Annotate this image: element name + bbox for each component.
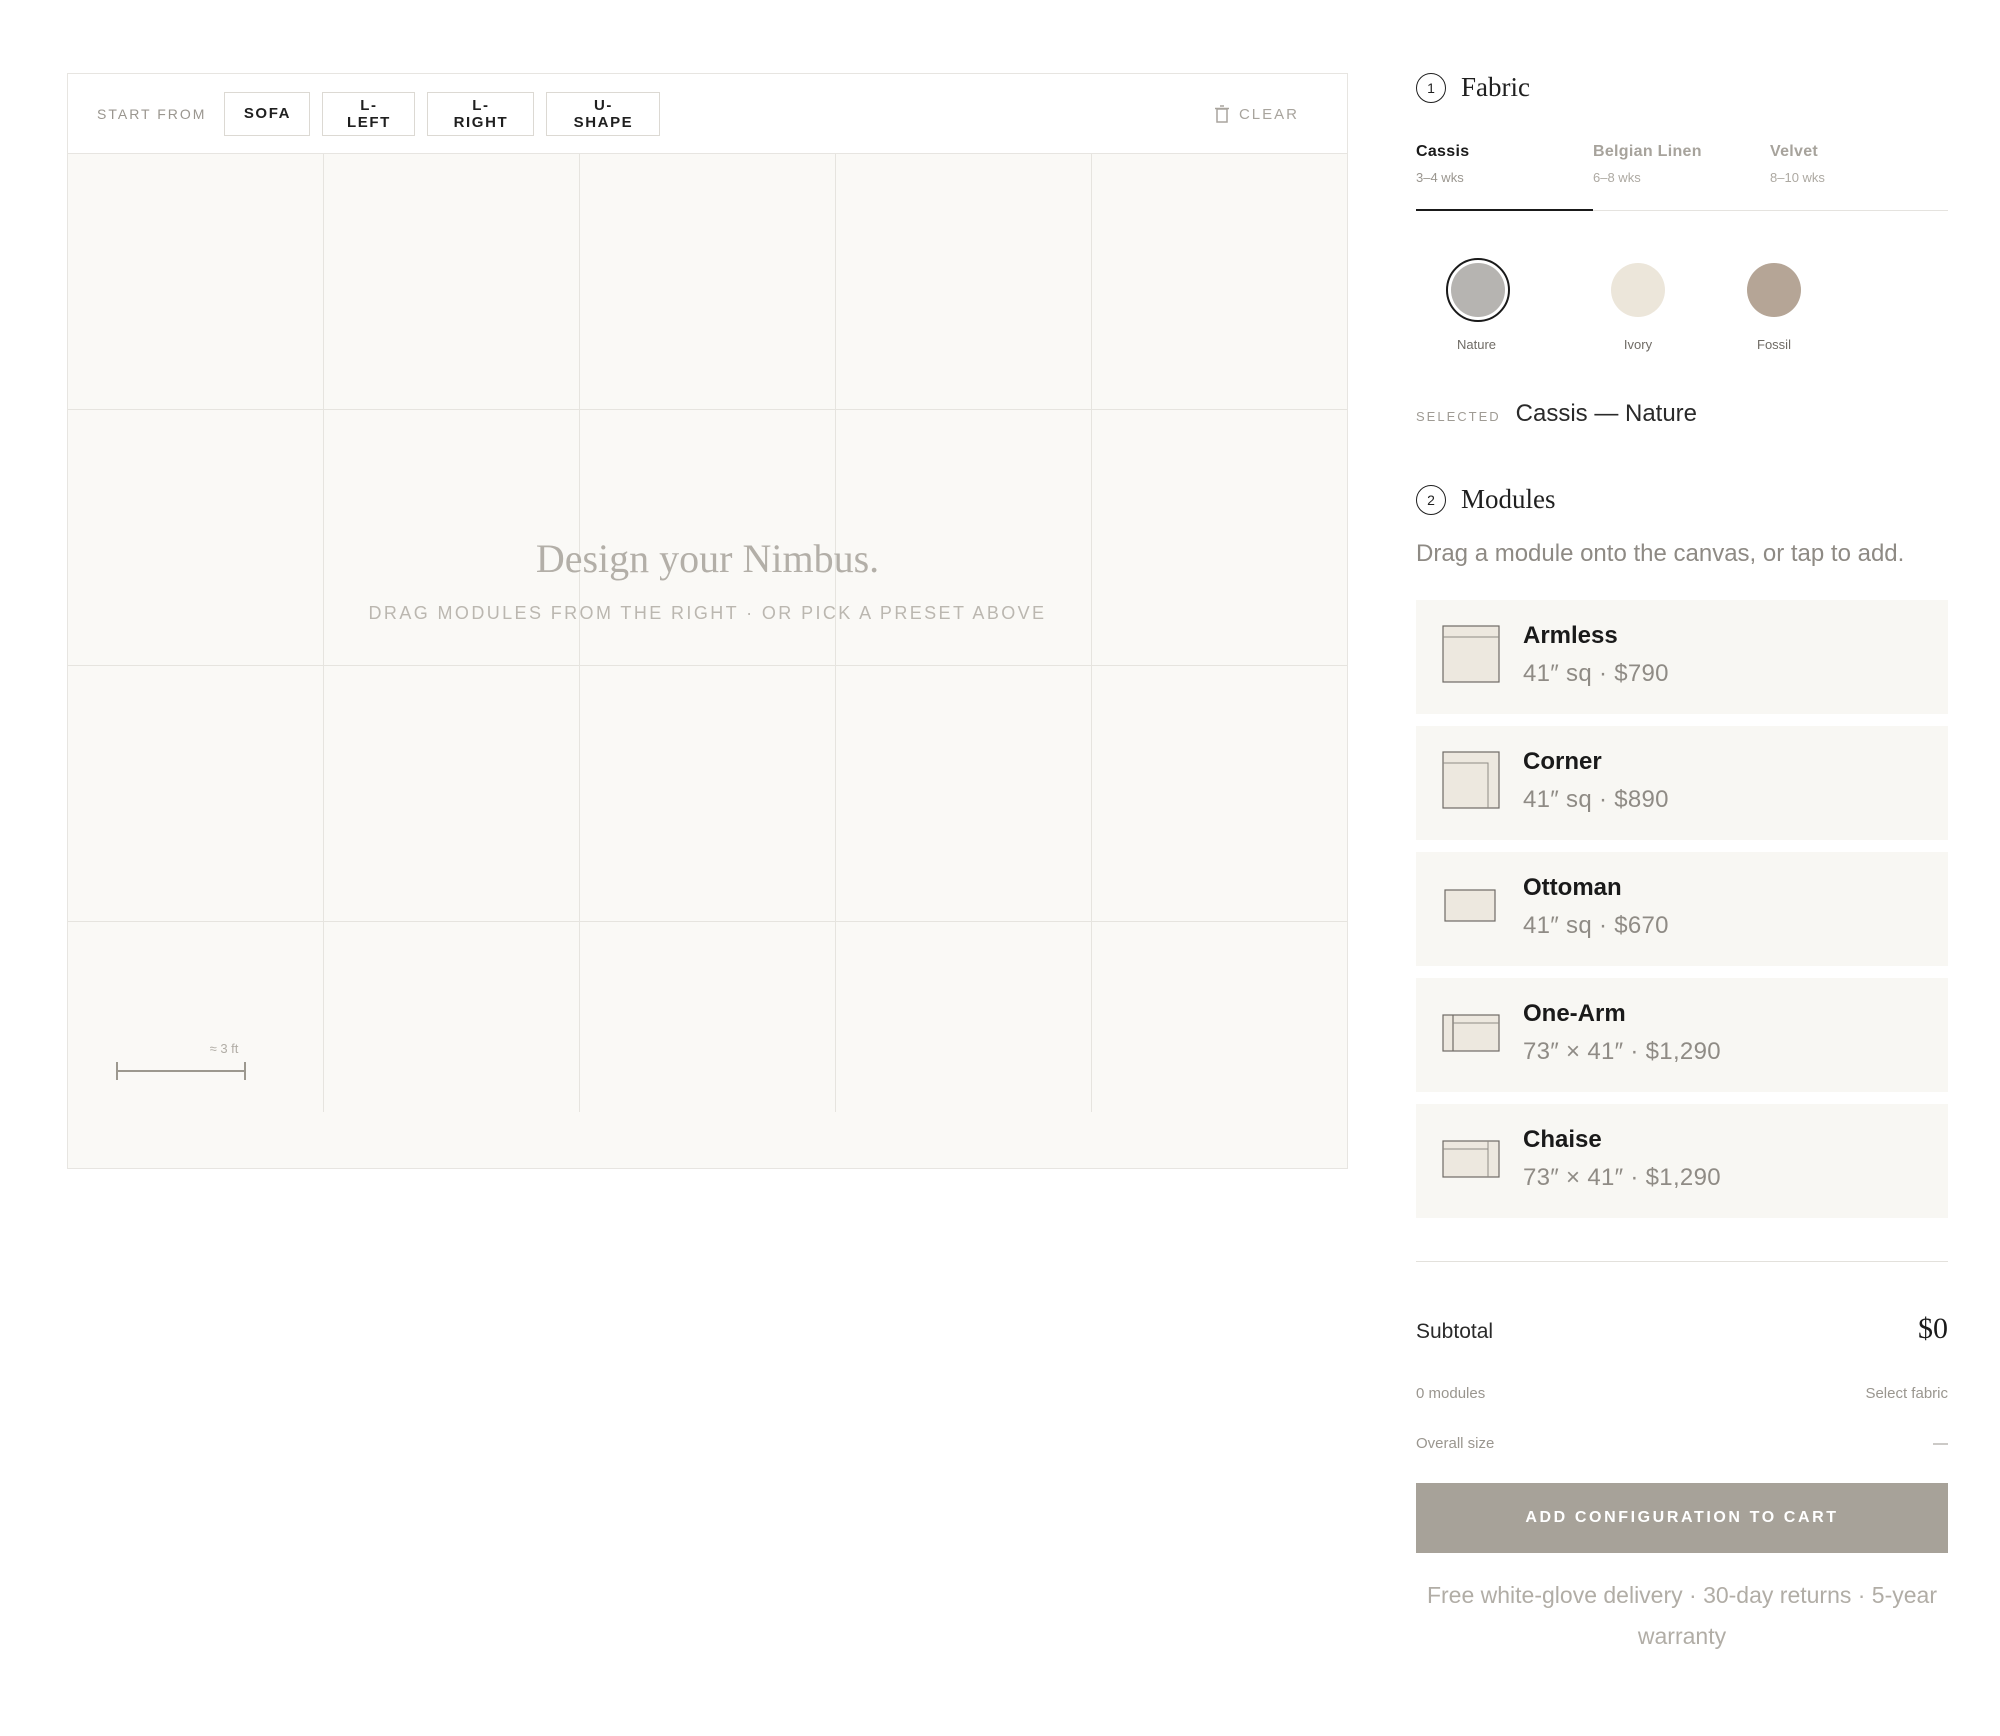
module-meta: 73″ × 41″ · $1,290 — [1523, 1164, 1721, 1191]
fabric-tab-lead-time: 3–4 wks — [1416, 170, 1464, 185]
selected-fabric-value: Cassis — Nature — [1515, 400, 1698, 427]
swatch-label: Nature — [1457, 337, 1497, 352]
fabric-tab-name: Velvet — [1770, 143, 1819, 160]
selected-tag: SELECTED — [1416, 409, 1501, 424]
clear-button[interactable]: CLEAR — [1214, 100, 1299, 128]
swatch-ivory[interactable]: Ivory — [1570, 258, 1706, 352]
preset-l-right-button[interactable]: L-RIGHT — [427, 91, 535, 136]
ottoman-module-icon — [1444, 889, 1496, 922]
corner-module-icon — [1442, 751, 1500, 809]
design-canvas-panel: START FROM SOFA L-LEFT L-RIGHT U-SHAPE C… — [67, 73, 1348, 1169]
scale-bar — [116, 1062, 246, 1080]
chaise-module-icon — [1442, 1140, 1500, 1178]
overall-size-label: Overall size — [1416, 1435, 1495, 1452]
fabric-status: Select fabric — [1865, 1385, 1948, 1402]
module-meta: 41″ sq · $790 — [1523, 660, 1669, 687]
fabric-title: Fabric — [1461, 72, 1530, 102]
swatch-nature[interactable]: Nature — [1446, 258, 1570, 352]
swatch-color-dot — [1747, 263, 1801, 317]
preset-u-shape-button[interactable]: U-SHAPE — [546, 91, 661, 136]
module-name: Corner — [1523, 748, 1602, 775]
canvas-toolbar: START FROM SOFA L-LEFT L-RIGHT U-SHAPE C… — [68, 74, 1347, 154]
modules-count: 0 modules — [1416, 1385, 1486, 1402]
tab-cassis[interactable]: Cassis 3–4 wks — [1416, 143, 1593, 211]
fabric-tab-name: Cassis — [1416, 143, 1470, 160]
trash-icon — [1214, 105, 1229, 123]
fabric-tab-lead-time: 6–8 wks — [1593, 170, 1641, 185]
modules-title: Modules — [1461, 484, 1556, 514]
fabric-tabs: Cassis 3–4 wks Belgian Linen 6–8 wks Vel… — [1416, 143, 1948, 211]
module-name: Armless — [1523, 622, 1618, 649]
swatch-label: Fossil — [1757, 337, 1791, 352]
module-meta: 73″ × 41″ · $1,290 — [1523, 1038, 1721, 1065]
module-list: Armless 41″ sq · $790 Corner 41″ sq · $8… — [1416, 600, 1948, 1230]
subtotal-label: Subtotal — [1416, 1320, 1494, 1343]
module-card-one-arm[interactable]: One-Arm 73″ × 41″ · $1,290 — [1416, 978, 1948, 1092]
step-number-1: 1 — [1416, 72, 1446, 103]
armless-module-icon — [1442, 625, 1500, 683]
tab-belgian-linen[interactable]: Belgian Linen 6–8 wks — [1593, 143, 1770, 210]
overall-size-value: — — [1933, 1435, 1948, 1452]
swatch-label: Ivory — [1623, 337, 1653, 352]
add-to-cart-button[interactable]: ADD CONFIGURATION TO CART — [1416, 1483, 1948, 1553]
canvas-empty-title: Design your Nimbus. — [535, 536, 880, 581]
swatch-color-dot — [1451, 263, 1505, 317]
color-swatches: Nature Ivory Fossil — [1446, 258, 1842, 352]
swatch-fossil[interactable]: Fossil — [1706, 258, 1842, 352]
swatch-color-dot — [1611, 263, 1665, 317]
canvas-bottom-strip — [68, 1112, 1347, 1168]
module-name: One-Arm — [1523, 1000, 1626, 1027]
scale-label: ≈ 3 ft — [209, 1041, 239, 1056]
selected-fabric-row: SELECTED Cassis — Nature — [1416, 400, 1697, 428]
module-name: Chaise — [1523, 1126, 1602, 1153]
module-card-ottoman[interactable]: Ottoman 41″ sq · $670 — [1416, 852, 1948, 966]
preset-l-left-button[interactable]: L-LEFT — [322, 91, 416, 136]
modules-section-heading: 2 Modules — [1416, 484, 1556, 515]
start-from-label: START FROM — [97, 105, 207, 122]
one-arm-module-icon — [1442, 1014, 1500, 1052]
tab-velvet[interactable]: Velvet 8–10 wks — [1770, 143, 1947, 210]
canvas-grid[interactable] — [68, 154, 1347, 1112]
clear-label: CLEAR — [1238, 105, 1299, 123]
canvas-empty-subtitle: DRAG MODULES FROM THE RIGHT · OR PICK A … — [368, 603, 1047, 623]
module-name: Ottoman — [1523, 874, 1622, 901]
module-card-chaise[interactable]: Chaise 73″ × 41″ · $1,290 — [1416, 1104, 1948, 1218]
delivery-footnote: Free white-glove delivery · 30-day retur… — [1426, 1582, 1938, 1649]
module-card-armless[interactable]: Armless 41″ sq · $790 — [1416, 600, 1948, 714]
subtotal-value: $0 — [1918, 1312, 1948, 1345]
preset-sofa-button[interactable]: SOFA — [224, 91, 311, 136]
step-number-2: 2 — [1416, 484, 1446, 515]
modules-hint: Drag a module onto the canvas, or tap to… — [1416, 540, 1905, 567]
fabric-section-heading: 1 Fabric — [1416, 72, 1530, 103]
module-card-corner[interactable]: Corner 41″ sq · $890 — [1416, 726, 1948, 840]
summary-divider — [1416, 1261, 1948, 1262]
module-meta: 41″ sq · $670 — [1523, 912, 1669, 939]
fabric-tab-name: Belgian Linen — [1593, 143, 1702, 160]
module-meta: 41″ sq · $890 — [1523, 786, 1669, 813]
fabric-tab-lead-time: 8–10 wks — [1770, 170, 1825, 185]
